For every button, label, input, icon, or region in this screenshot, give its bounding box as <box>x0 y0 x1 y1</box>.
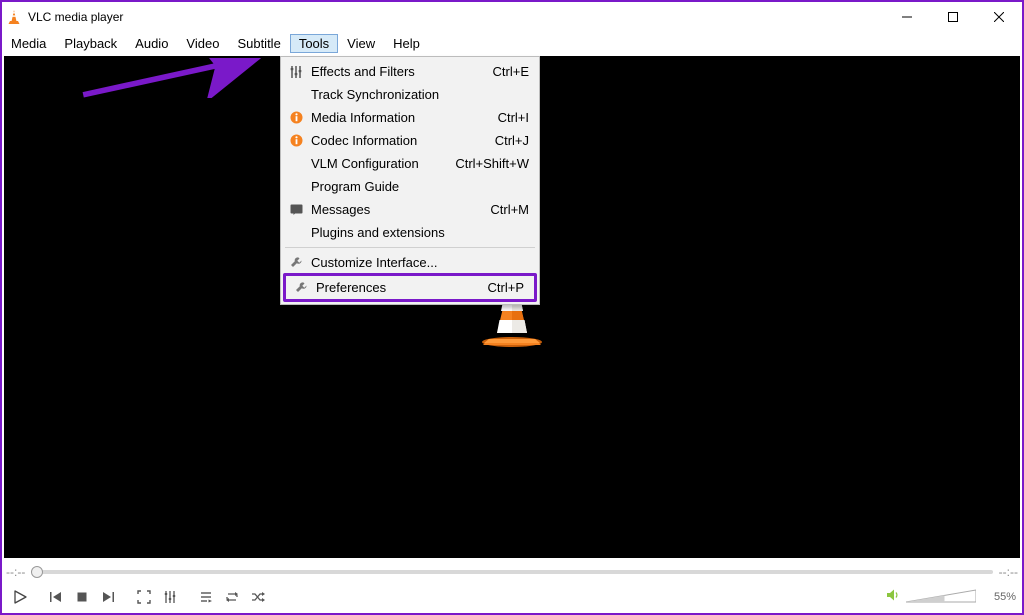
menu-item-preferences[interactable]: Preferences Ctrl+P <box>286 276 534 299</box>
volume-slider[interactable] <box>906 588 976 606</box>
seek-track <box>31 570 992 574</box>
menu-item-label: Track Synchronization <box>307 87 529 102</box>
speaker-icon[interactable] <box>886 588 900 607</box>
wrench-icon <box>285 256 307 269</box>
menu-item-shortcut: Ctrl+J <box>495 133 529 148</box>
maximize-button[interactable] <box>930 2 976 32</box>
window-title: VLC media player <box>28 10 123 24</box>
menu-item-shortcut: Ctrl+E <box>493 64 529 79</box>
playlist-button[interactable] <box>194 585 218 609</box>
seek-slider[interactable] <box>31 565 992 579</box>
menu-media[interactable]: Media <box>2 34 55 53</box>
menu-item-shortcut: Ctrl+I <box>498 110 529 125</box>
menu-item-codecinfo[interactable]: Codec Information Ctrl+J <box>281 129 539 152</box>
wrench-icon <box>290 281 312 294</box>
window-controls <box>884 2 1022 32</box>
seekbar-row: --:-- --:-- <box>6 561 1018 583</box>
menu-item-label: Codec Information <box>307 133 495 148</box>
previous-button[interactable] <box>44 585 68 609</box>
minimize-button[interactable] <box>884 2 930 32</box>
menu-item-shortcut: Ctrl+M <box>490 202 529 217</box>
menu-item-label: Effects and Filters <box>307 64 493 79</box>
vlc-cone-icon <box>6 9 22 25</box>
next-button[interactable] <box>96 585 120 609</box>
menu-item-label: Preferences <box>312 280 488 295</box>
menu-video[interactable]: Video <box>177 34 228 53</box>
volume-area: 55% <box>886 588 1016 607</box>
menu-item-mediainfo[interactable]: Media Information Ctrl+I <box>281 106 539 129</box>
stop-button[interactable] <box>70 585 94 609</box>
menu-item-programguide[interactable]: Program Guide <box>281 175 539 198</box>
shuffle-button[interactable] <box>246 585 270 609</box>
loop-button[interactable] <box>220 585 244 609</box>
fullscreen-button[interactable] <box>132 585 156 609</box>
info-icon <box>285 111 307 124</box>
menu-tools[interactable]: Tools <box>290 34 338 53</box>
menu-item-label: Program Guide <box>307 179 529 194</box>
menu-audio[interactable]: Audio <box>126 34 177 53</box>
close-button[interactable] <box>976 2 1022 32</box>
time-elapsed: --:-- <box>6 565 25 579</box>
menu-item-shortcut: Ctrl+P <box>488 280 524 295</box>
menu-item-messages[interactable]: Messages Ctrl+M <box>281 198 539 221</box>
controlbar: 55% <box>4 583 1020 611</box>
info-icon <box>285 134 307 147</box>
menu-item-customize[interactable]: Customize Interface... <box>281 251 539 274</box>
extended-settings-button[interactable] <box>158 585 182 609</box>
menu-item-plugins[interactable]: Plugins and extensions <box>281 221 539 244</box>
play-button[interactable] <box>8 585 32 609</box>
menu-playback[interactable]: Playback <box>55 34 126 53</box>
time-total: --:-- <box>999 565 1018 579</box>
menu-subtitle[interactable]: Subtitle <box>228 34 289 53</box>
menu-item-shortcut: Ctrl+Shift+W <box>455 156 529 171</box>
menu-item-vlm[interactable]: VLM Configuration Ctrl+Shift+W <box>281 152 539 175</box>
annotation-highlight-box: Preferences Ctrl+P <box>283 273 537 302</box>
menu-help[interactable]: Help <box>384 34 429 53</box>
menu-item-effects[interactable]: Effects and Filters Ctrl+E <box>281 60 539 83</box>
sliders-icon <box>285 65 307 79</box>
menu-item-label: Customize Interface... <box>307 255 529 270</box>
menu-item-label: VLM Configuration <box>307 156 455 171</box>
menu-item-label: Media Information <box>307 110 498 125</box>
menu-item-tracksync[interactable]: Track Synchronization <box>281 83 539 106</box>
volume-percent: 55% <box>982 591 1016 603</box>
menu-view[interactable]: View <box>338 34 384 53</box>
tools-dropdown: Effects and Filters Ctrl+E Track Synchro… <box>280 56 540 305</box>
menubar: Media Playback Audio Video Subtitle Tool… <box>2 32 1022 54</box>
seek-knob[interactable] <box>31 566 43 578</box>
menu-separator <box>285 247 535 248</box>
menu-item-label: Plugins and extensions <box>307 225 529 240</box>
messages-icon <box>285 204 307 215</box>
menu-item-label: Messages <box>307 202 490 217</box>
titlebar: VLC media player <box>2 2 1022 32</box>
